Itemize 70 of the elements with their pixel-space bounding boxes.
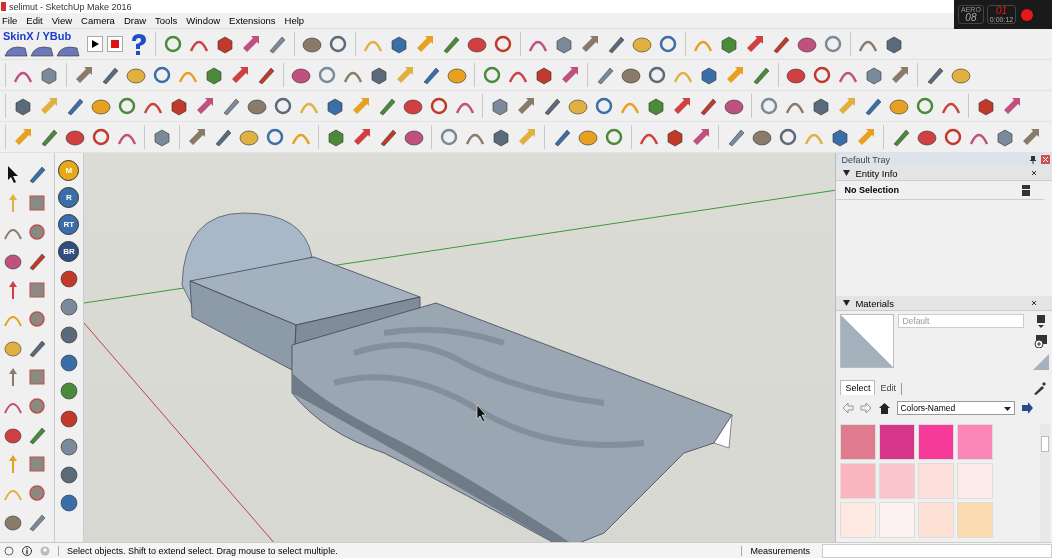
display-icon[interactable] — [1036, 314, 1046, 328]
plugin-badge-button[interactable]: RT — [58, 214, 80, 235]
status-hint: Select objects. Shift to extend select. Drag mouse to select multiple. — [67, 545, 339, 556]
plugin-badge-button[interactable]: BR — [58, 241, 80, 262]
plugin-icon[interactable] — [57, 436, 80, 458]
plugin-icon[interactable] — [57, 380, 80, 402]
color-swatch[interactable] — [918, 502, 955, 538]
window-title: selimut - SketchUp Make 2016 — [9, 1, 132, 12]
app-icon — [1, 2, 6, 11]
color-swatch[interactable] — [957, 502, 994, 538]
menu-item[interactable]: Help — [284, 15, 305, 26]
pin-icon[interactable] — [1029, 155, 1037, 164]
color-swatch[interactable] — [957, 463, 994, 499]
details-icon[interactable] — [1021, 402, 1034, 414]
color-swatch[interactable] — [840, 463, 877, 499]
selection-label: No Selection — [844, 185, 899, 195]
menu-item[interactable]: Extensions — [229, 15, 276, 26]
library-dropdown[interactable]: Colors-Named — [897, 401, 1016, 415]
color-swatch[interactable] — [840, 424, 877, 460]
stop-button[interactable] — [107, 36, 123, 52]
menu-item[interactable]: Tools — [155, 15, 178, 26]
close-icon[interactable] — [1030, 299, 1038, 307]
close-icon[interactable] — [1030, 169, 1038, 177]
plugin-icon[interactable] — [57, 296, 80, 318]
material-name-field[interactable]: Default — [898, 314, 1025, 328]
play-button[interactable] — [87, 36, 103, 52]
play-icon — [90, 39, 100, 49]
create-material-icon[interactable] — [1034, 334, 1048, 348]
color-swatch[interactable] — [918, 424, 955, 460]
cursor-icon — [476, 404, 487, 423]
menu-item[interactable]: Draw — [123, 15, 147, 26]
plugin-icon[interactable] — [57, 324, 80, 346]
recorder-clip: 01 — [995, 6, 1008, 16]
back-icon[interactable] — [842, 402, 855, 414]
tray-title: Default Tray — [841, 154, 890, 165]
panel-tab[interactable]: Edit — [875, 380, 901, 395]
recorder-fps: 08 — [965, 13, 977, 23]
color-swatch[interactable] — [918, 463, 955, 499]
color-swatch[interactable] — [879, 502, 916, 538]
home-icon[interactable] — [878, 401, 892, 415]
plugin-icon[interactable] — [57, 408, 80, 430]
menu-item[interactable]: Camera — [81, 15, 115, 26]
toggle-details-icon[interactable] — [1022, 184, 1030, 196]
plugin-icon[interactable] — [57, 352, 80, 374]
measurements-field[interactable] — [822, 543, 1052, 558]
color-swatch[interactable] — [879, 424, 916, 460]
forward-icon[interactable] — [860, 402, 873, 414]
material-preview — [840, 314, 895, 368]
measurements-label: Measurements — [750, 545, 811, 556]
eyedropper-icon[interactable] — [1032, 381, 1046, 395]
color-swatch[interactable] — [840, 502, 877, 538]
info-icon[interactable] — [22, 545, 32, 556]
color-swatch[interactable] — [957, 424, 994, 460]
plugin-icon[interactable] — [57, 464, 80, 486]
scrollbar[interactable] — [1040, 424, 1050, 542]
geo-location-icon[interactable] — [4, 545, 14, 556]
toolbar-label: SkinX / YBub — [3, 30, 73, 42]
plugin-badge-button[interactable]: R — [58, 187, 80, 208]
menu-item[interactable]: View — [51, 15, 73, 26]
record-button[interactable] — [1021, 8, 1034, 21]
stop-icon — [110, 39, 120, 49]
menu-item[interactable]: Edit — [26, 15, 43, 26]
collapse-icon[interactable] — [843, 300, 851, 306]
collapse-icon[interactable] — [843, 170, 851, 176]
menu-item[interactable]: Window — [186, 15, 221, 26]
menu-item[interactable]: File — [2, 15, 18, 26]
color-swatch[interactable] — [879, 463, 916, 499]
plugin-icon[interactable] — [57, 492, 80, 514]
plugin-icon[interactable] — [57, 268, 80, 290]
panel-tab[interactable]: Select — [840, 380, 876, 395]
